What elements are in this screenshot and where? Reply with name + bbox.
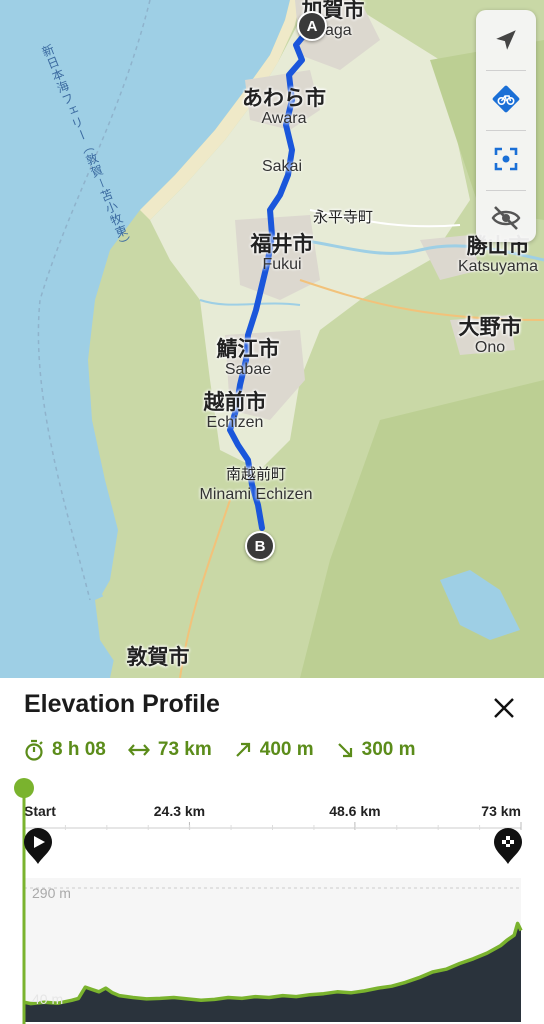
start-pin-icon — [24, 828, 52, 864]
city-sakai: Sakai — [261, 158, 303, 175]
stat-descent: 300 m — [336, 739, 416, 761]
descent-arrow-icon — [337, 743, 352, 758]
y-label-max: 290 m — [32, 885, 71, 901]
x-tick-label: 24.3 km — [154, 803, 205, 819]
navigation-arrow-icon[interactable] — [476, 12, 536, 68]
stat-distance: 73 km — [127, 739, 212, 761]
y-label-min: 40 m — [32, 991, 63, 1007]
flag-check — [510, 836, 514, 840]
recenter-focus-icon[interactable] — [476, 131, 536, 187]
town-eiheiji: 永平寺町 — [312, 208, 374, 226]
city-fukui: 福井市 Fukui — [250, 232, 314, 273]
town-minami-echizen: 南越前町 Minami Echizen — [199, 465, 313, 503]
distance-arrows-icon — [127, 744, 150, 756]
elevation-panel: Elevation Profile 8 h 08 73 km 400 m 300… — [0, 678, 544, 1024]
x-tick-label: 73 km — [481, 803, 521, 819]
start-marker[interactable]: A — [297, 11, 327, 41]
x-tick-label: 48.6 km — [329, 803, 380, 819]
bike-route-icon[interactable] — [476, 71, 536, 127]
hide-eye-icon[interactable] — [476, 190, 536, 246]
descent-value: 300 m — [361, 739, 416, 760]
panel-title: Elevation Profile — [24, 690, 220, 718]
flag-check — [502, 844, 506, 847]
end-marker[interactable]: B — [245, 531, 275, 561]
map-view[interactable]: 新日本海フェリー（敦賀－苫小牧東） 加賀市 Kaga あわら市 Awara Saka… — [0, 0, 544, 678]
city-sabae: 鯖江市 Sabae — [216, 337, 280, 378]
stopwatch-icon — [25, 739, 43, 761]
position-cursor-handle — [14, 778, 34, 798]
city-ono: 大野市 Ono — [458, 315, 522, 356]
x-tick-label: Start — [24, 803, 56, 819]
ascent-value: 400 m — [259, 739, 314, 760]
flag-check — [510, 844, 514, 847]
ascent-arrow-icon — [235, 742, 250, 757]
stat-duration: 8 h 08 — [24, 739, 106, 761]
city-awara: あわら市 Awara — [242, 86, 326, 127]
flag-check — [502, 836, 506, 840]
flag-check — [506, 840, 510, 844]
stat-ascent: 400 m — [234, 739, 314, 761]
route-stats: 8 h 08 73 km 400 m 300 m — [24, 738, 438, 762]
city-tsuruga: 敦賀市 — [126, 645, 190, 669]
map-controls — [476, 10, 536, 242]
distance-value: 73 km — [157, 739, 212, 760]
duration-value: 8 h 08 — [52, 739, 106, 760]
elevation-chart[interactable]: Start 24.3 km 48.6 km 73 km 290 m 40 m — [0, 778, 544, 1024]
close-icon — [494, 698, 514, 718]
close-button[interactable] — [484, 690, 524, 726]
city-echizen: 越前市 Echizen — [203, 390, 267, 431]
